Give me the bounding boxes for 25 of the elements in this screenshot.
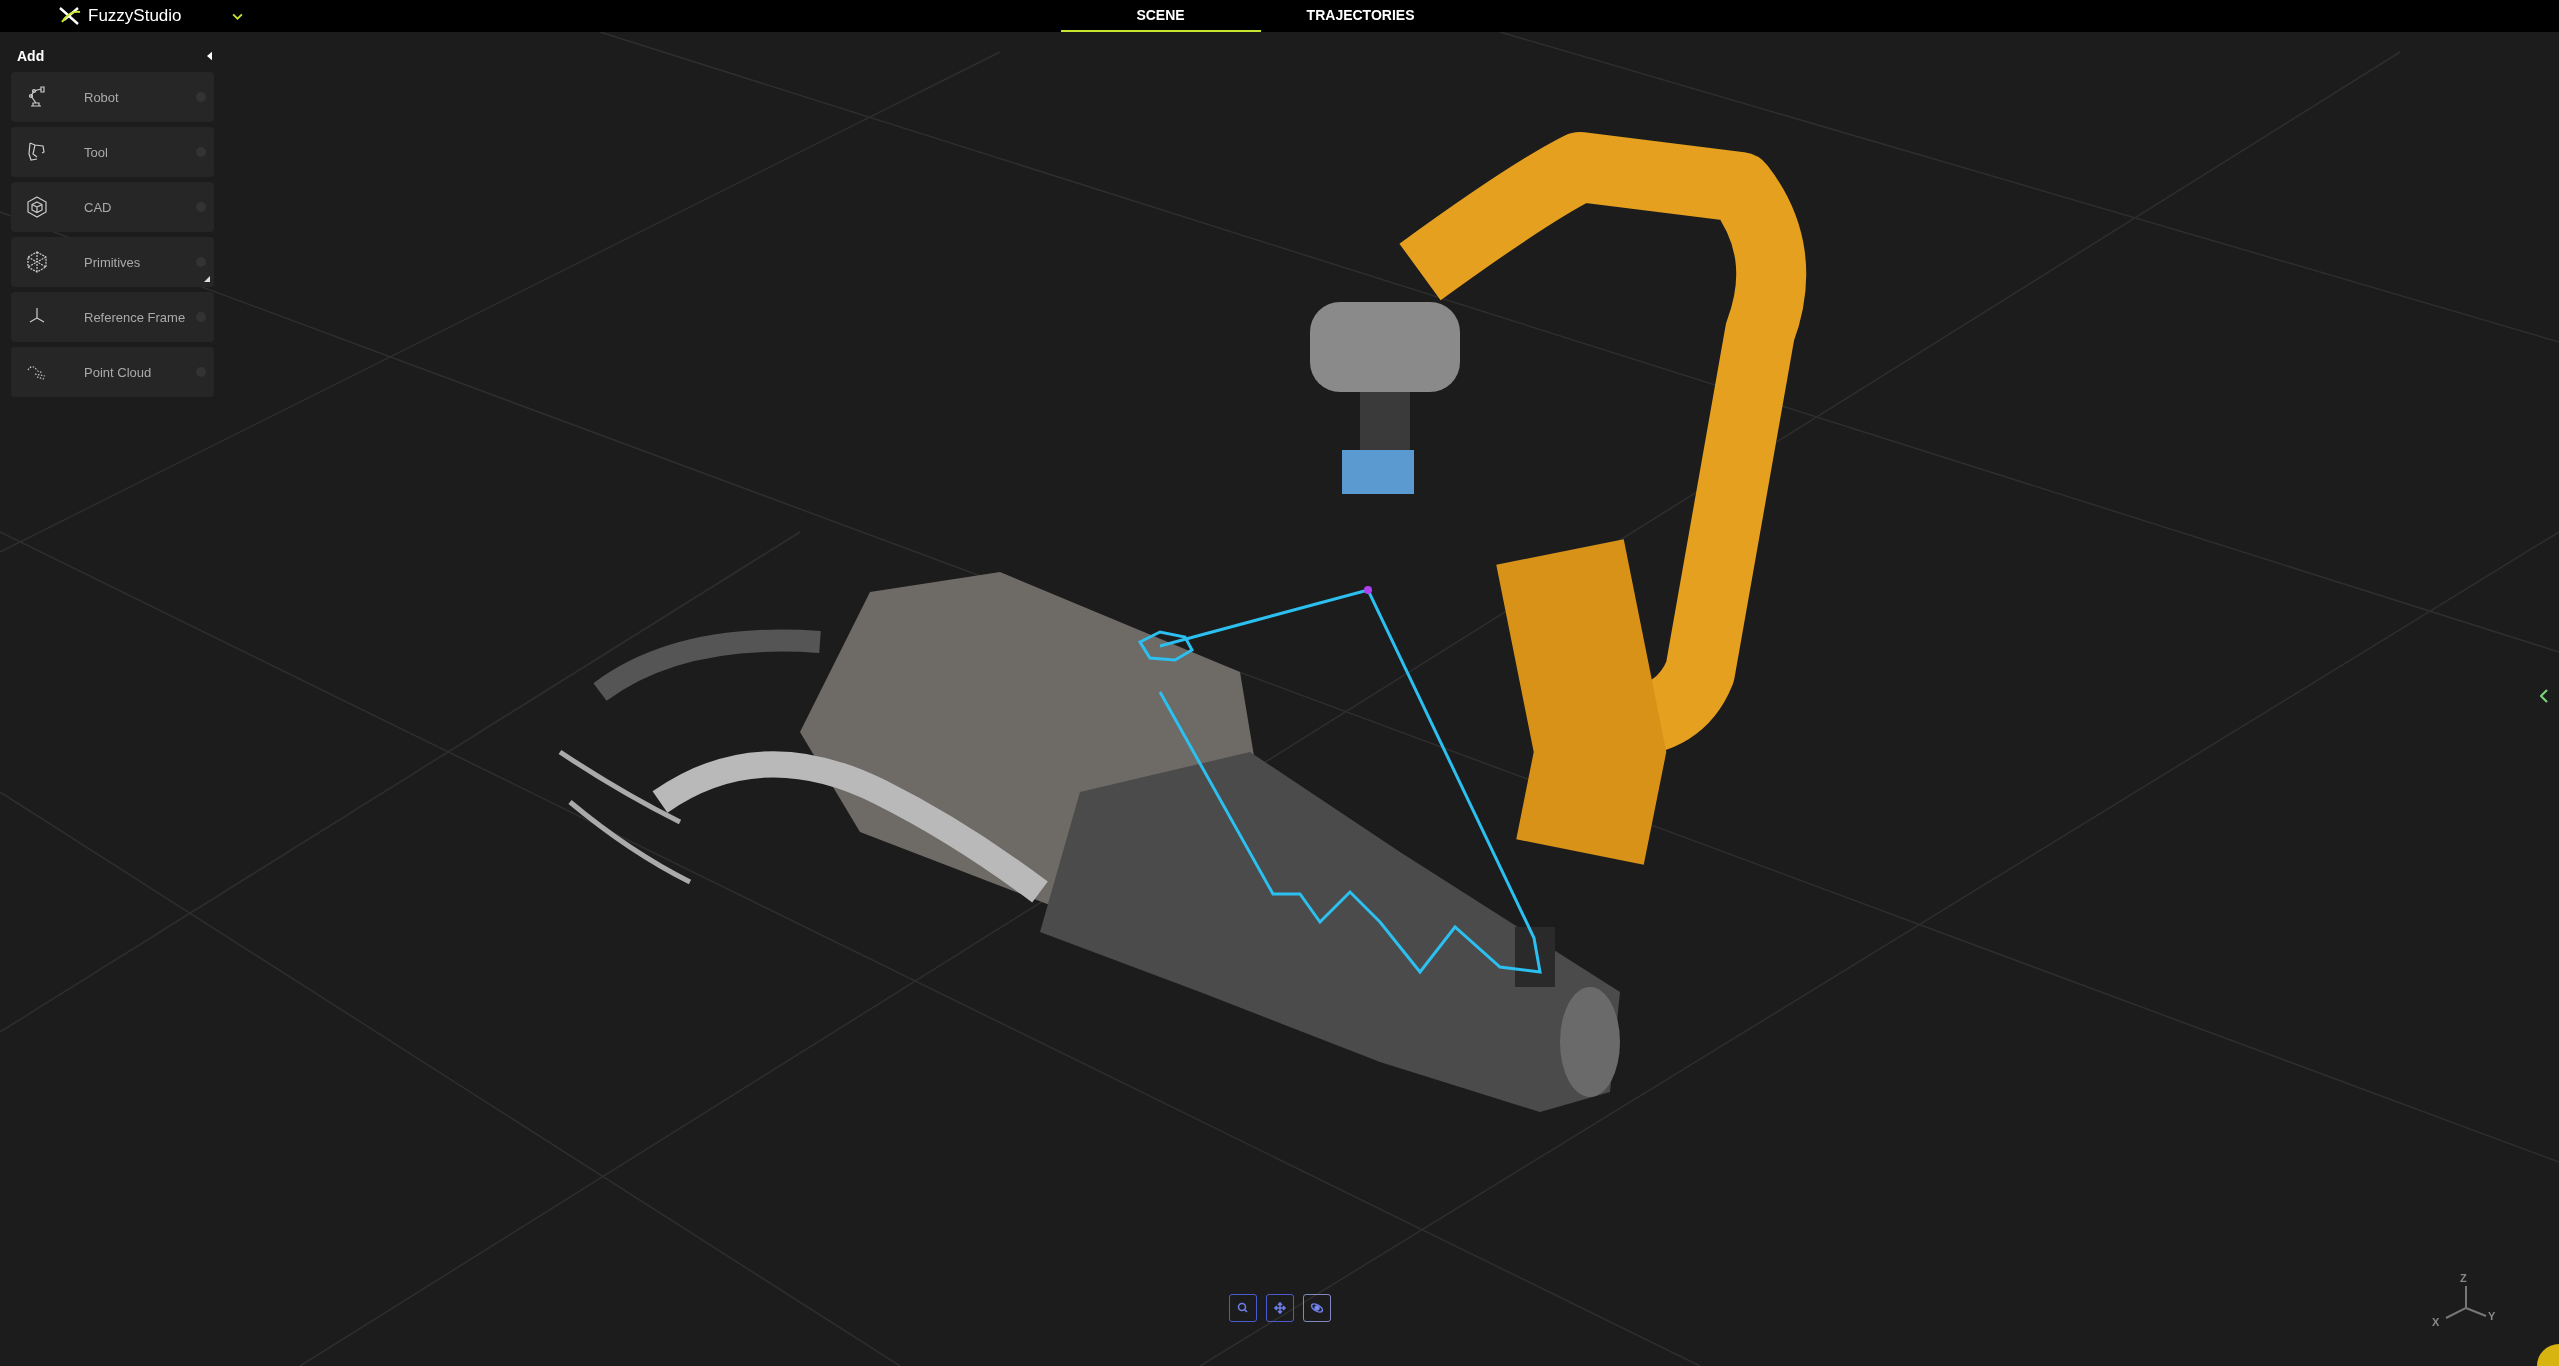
axis-label: Z: [2460, 1272, 2467, 1284]
move-arrows-icon: [1272, 1300, 1288, 1316]
add-item[interactable]: Robot: [11, 72, 214, 122]
orbit-tool-button[interactable]: [1303, 1294, 1331, 1322]
chevron-left-icon[interactable]: [2540, 689, 2548, 703]
primitives-icon: [25, 250, 49, 274]
axis-label: X: [2432, 1316, 2440, 1328]
add-item[interactable]: Point Cloud: [11, 347, 214, 397]
logo-icon: [58, 6, 82, 26]
viewport-background[interactable]: Add Robot Tool CAD Primitives Reference Frame Point Cloud Z X Y: [0, 32, 2559, 1366]
add-item[interactable]: Primitives: [11, 237, 214, 287]
app-title: FuzzyStudio: [88, 6, 182, 26]
orbit-icon: [1309, 1300, 1325, 1316]
zoom-tool-button[interactable]: [1229, 1294, 1257, 1322]
chevron-down-icon[interactable]: [231, 12, 243, 20]
collapse-icon[interactable]: [207, 51, 212, 61]
tab[interactable]: SCENE: [1060, 0, 1261, 32]
add-item[interactable]: Reference Frame: [11, 292, 214, 342]
tab[interactable]: TRAJECTORIES: [1260, 0, 1461, 32]
panel-title: Add: [17, 48, 45, 64]
axis-label: Y: [2488, 1310, 2496, 1322]
add-item[interactable]: Tool: [11, 127, 214, 177]
cad-icon: [25, 195, 49, 219]
add-item[interactable]: CAD: [11, 182, 214, 232]
pan-tool-button[interactable]: [1266, 1294, 1294, 1322]
